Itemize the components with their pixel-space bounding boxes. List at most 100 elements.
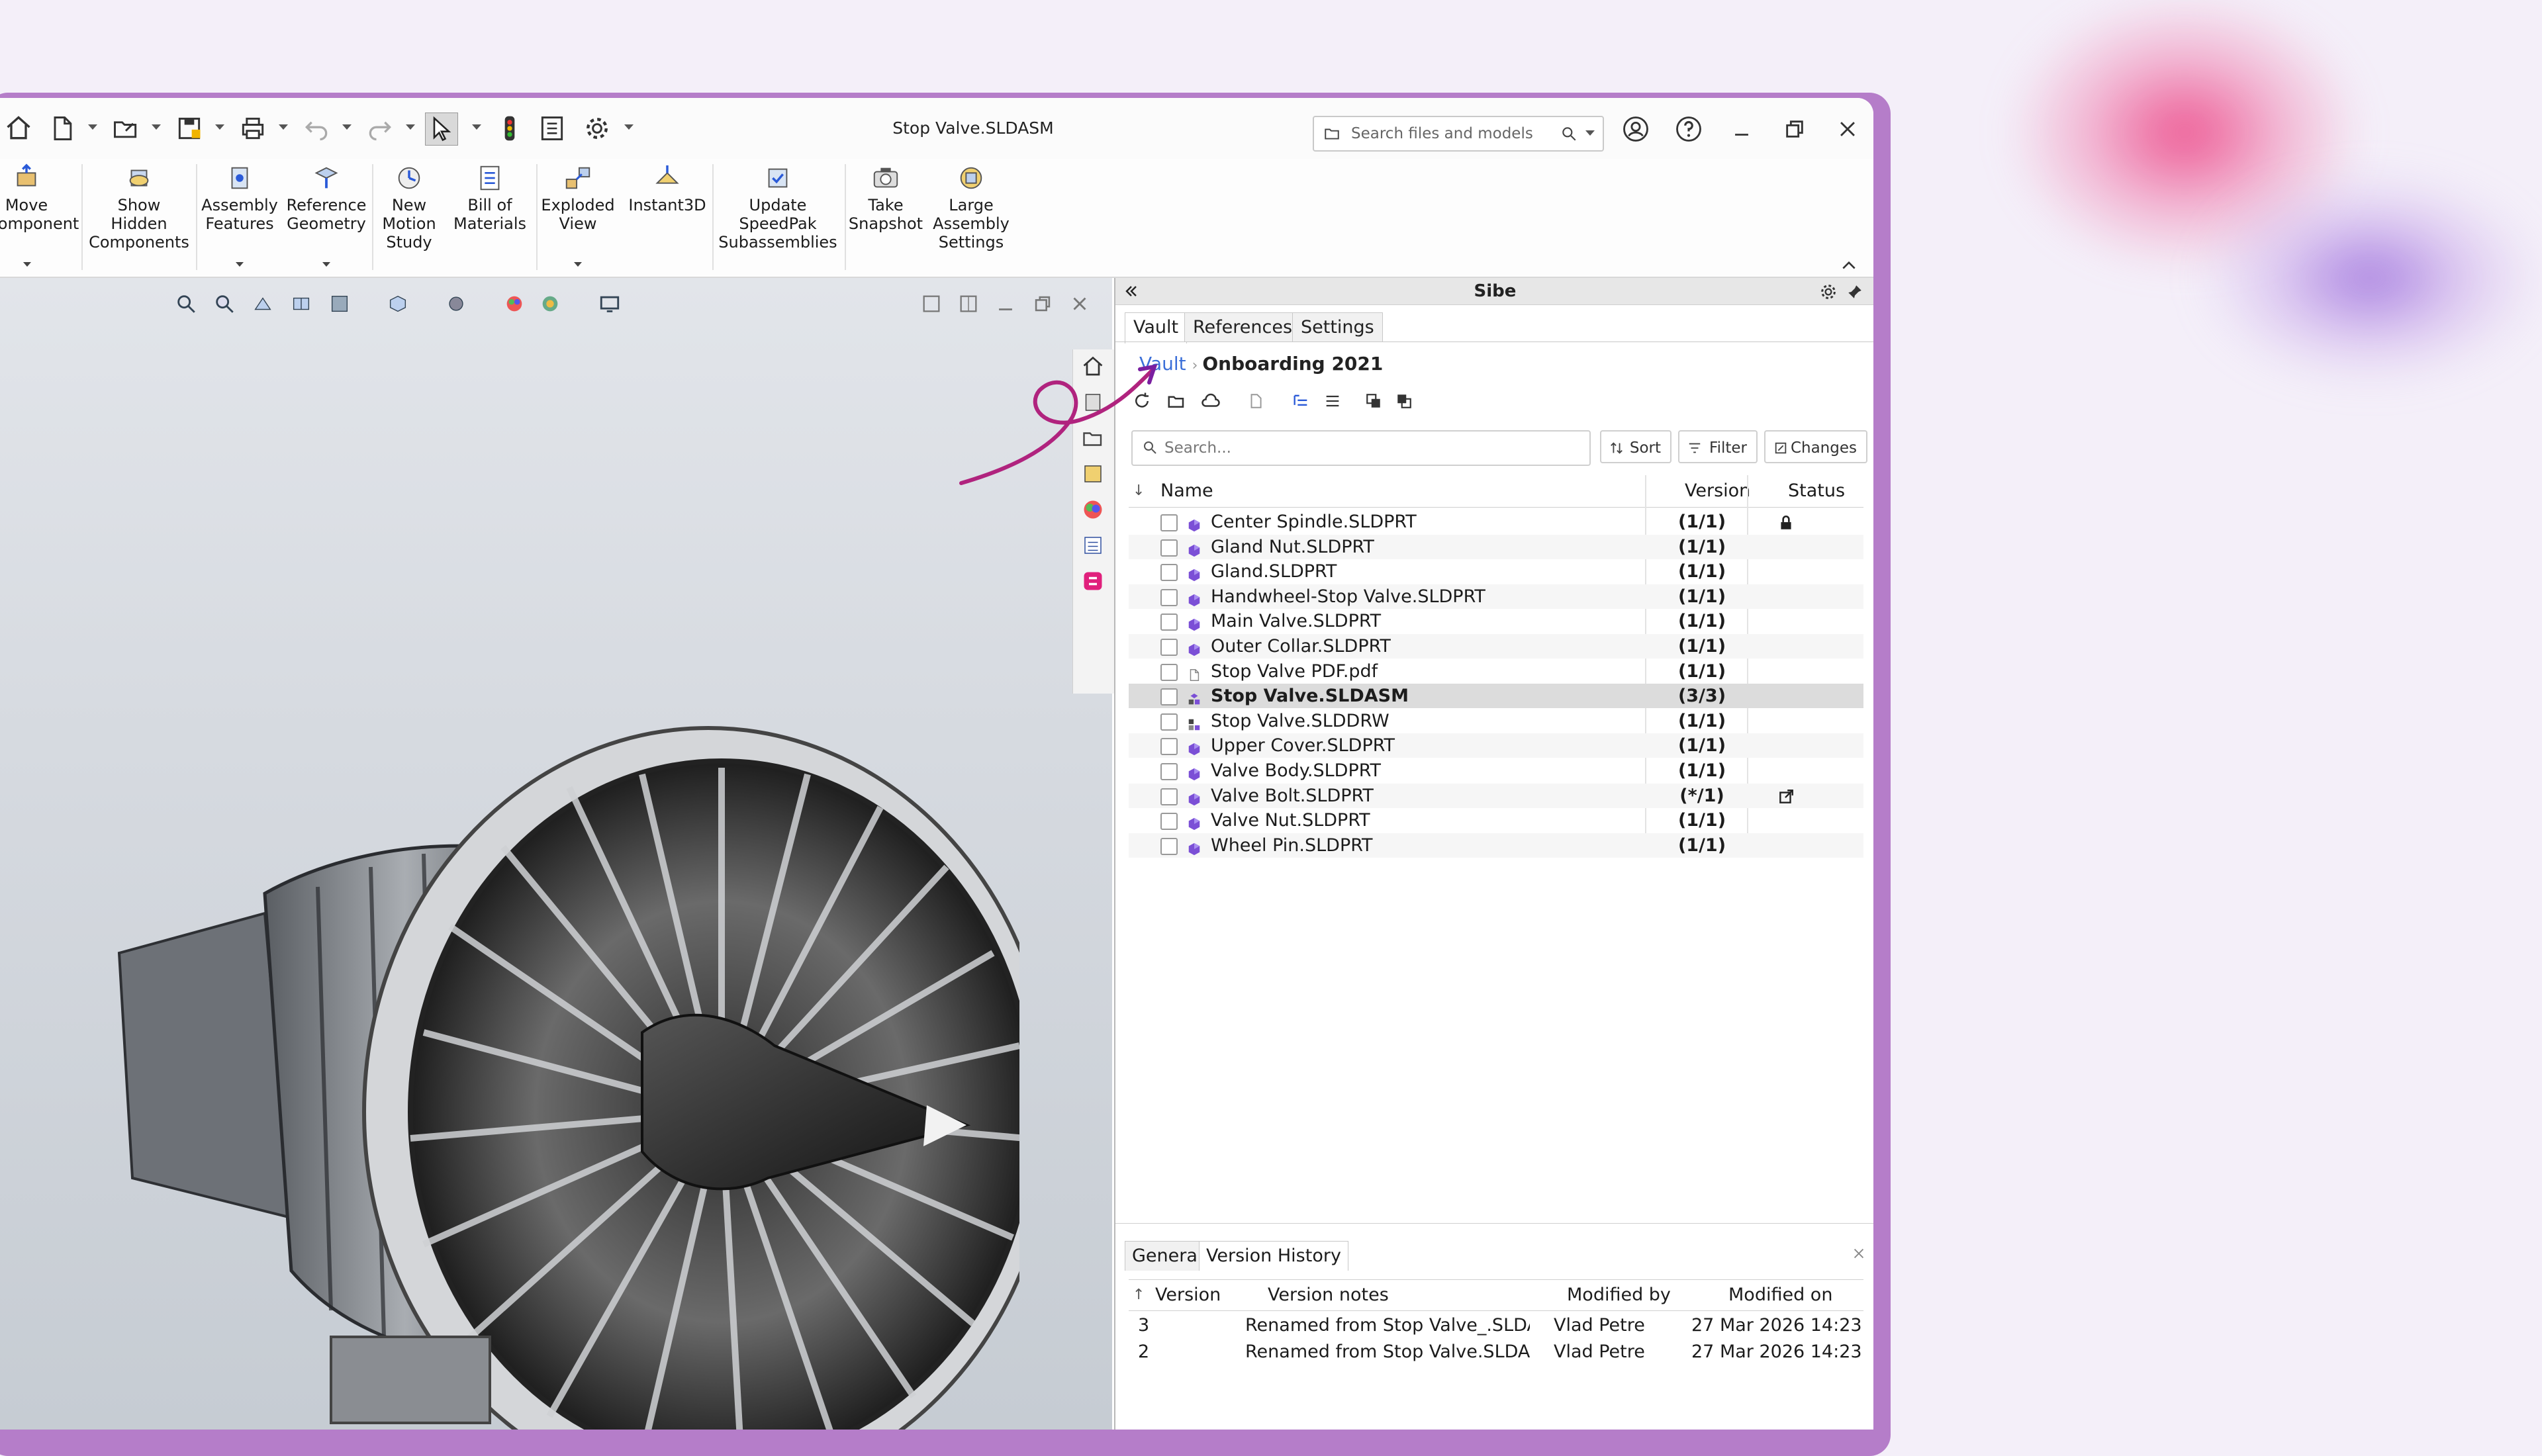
print-icon[interactable] <box>237 113 269 144</box>
collapse-ribbon-icon[interactable] <box>1840 258 1858 271</box>
ribbon-dropdown-caret[interactable] <box>23 262 31 267</box>
viewport-close-icon[interactable] <box>1068 293 1091 315</box>
column-version-notes[interactable]: Version notes <box>1268 1280 1389 1310</box>
select-dropdown-caret[interactable] <box>472 124 481 130</box>
take-snapshot-button[interactable]: Take Snapshot <box>847 163 924 233</box>
viewport-split-icon[interactable] <box>957 293 980 315</box>
column-history-version[interactable]: Version <box>1155 1280 1221 1310</box>
zoom-to-fit-icon[interactable] <box>175 293 197 315</box>
document-icon[interactable] <box>1244 389 1268 413</box>
edit-appearance-icon[interactable] <box>503 293 526 315</box>
row-checkbox[interactable] <box>1160 813 1178 831</box>
options-dropdown-caret[interactable] <box>624 124 634 130</box>
row-checkbox[interactable] <box>1160 763 1178 780</box>
column-version[interactable]: Version <box>1685 475 1750 507</box>
viewport-restore-icon[interactable] <box>1031 293 1054 315</box>
select-cursor-icon[interactable] <box>425 113 458 146</box>
row-checkbox[interactable] <box>1160 663 1178 681</box>
file-row[interactable]: Valve Bolt.SLDPRT (*/1) <box>1129 783 1863 808</box>
new-file-icon[interactable] <box>46 113 78 144</box>
rebuild-traffic-light-icon[interactable] <box>494 113 526 144</box>
row-checkbox[interactable] <box>1160 539 1178 557</box>
exploded-view-button[interactable]: Exploded View <box>540 163 616 267</box>
display-style-icon[interactable] <box>445 293 467 315</box>
changes-button[interactable]: Changes <box>1764 430 1867 463</box>
save-dropdown-caret[interactable] <box>215 124 224 130</box>
column-modified-by[interactable]: Modified by <box>1567 1280 1671 1310</box>
view-settings-icon[interactable] <box>598 293 621 315</box>
tab-references[interactable]: References <box>1184 312 1301 342</box>
move-component-button[interactable]: Move Component <box>0 163 79 267</box>
tab-general[interactable]: General <box>1125 1241 1210 1271</box>
user-account-icon[interactable] <box>1619 113 1652 146</box>
assembly-features-button[interactable]: Assembly Features <box>200 163 279 267</box>
vault-search-input[interactable]: Search... <box>1131 430 1591 466</box>
file-properties-icon[interactable] <box>536 113 568 144</box>
row-checkbox[interactable] <box>1160 837 1178 855</box>
apply-scene-icon[interactable] <box>539 293 561 315</box>
tree-view-icon[interactable] <box>1289 389 1313 413</box>
file-row[interactable]: Stop Valve.SLDASM (3/3) <box>1129 684 1863 709</box>
file-row[interactable]: Handwheel-Stop Valve.SLDPRT (1/1) <box>1129 584 1863 609</box>
instant3d-button[interactable]: Instant3D <box>626 163 708 214</box>
appearances-icon[interactable] <box>1078 495 1107 524</box>
open-dropdown-caret[interactable] <box>152 124 161 130</box>
previous-view-icon[interactable] <box>252 293 274 315</box>
filter-button[interactable]: Filter <box>1678 430 1758 463</box>
undo-dropdown-caret[interactable] <box>342 124 352 130</box>
dynamic-annotation-icon[interactable] <box>328 293 351 315</box>
custom-properties-icon[interactable] <box>1078 531 1107 560</box>
close-details-icon[interactable] <box>1852 1246 1866 1261</box>
row-checkbox[interactable] <box>1160 588 1178 606</box>
column-name[interactable]: Name <box>1160 475 1213 507</box>
file-row[interactable]: Valve Nut.SLDPRT (1/1) <box>1129 808 1863 833</box>
history-row[interactable]: 2 Renamed from Stop Valve.SLDASM Vlad Pe… <box>1129 1339 1863 1365</box>
search-dropdown-caret[interactable] <box>1585 130 1595 136</box>
panel-settings-gear-icon[interactable] <box>1818 282 1838 302</box>
open-folder-tool-icon[interactable] <box>1164 389 1188 413</box>
section-view-icon[interactable] <box>290 293 312 315</box>
show-hidden-components-button[interactable]: Show Hidden Components <box>89 163 189 251</box>
ribbon-dropdown-caret[interactable] <box>236 262 244 267</box>
sort-up-arrow-icon[interactable]: ↑ <box>1133 1280 1145 1310</box>
pin-icon[interactable] <box>1846 283 1863 300</box>
bill-of-materials-button[interactable]: Bill of Materials <box>450 163 530 233</box>
home-icon[interactable] <box>3 113 34 144</box>
file-row[interactable]: Center Spindle.SLDPRT (1/1) <box>1129 510 1863 534</box>
sibe-addin-icon[interactable] <box>1078 567 1107 596</box>
file-row[interactable]: Stop Valve PDF.pdf (1/1) <box>1129 659 1863 684</box>
list-view-icon[interactable] <box>1321 389 1344 413</box>
large-assembly-settings-button[interactable]: Large Assembly Settings <box>929 163 1013 251</box>
minimize-icon[interactable] <box>1725 113 1758 146</box>
tab-version-history[interactable]: Version History <box>1199 1241 1348 1271</box>
undo-icon[interactable] <box>301 113 332 144</box>
help-icon[interactable] <box>1672 113 1705 146</box>
row-checkbox[interactable] <box>1160 564 1178 582</box>
expand-all-icon[interactable] <box>1362 389 1386 413</box>
file-row[interactable]: Valve Body.SLDPRT (1/1) <box>1129 758 1863 783</box>
search-icon[interactable] <box>1560 125 1577 142</box>
new-dropdown-caret[interactable] <box>88 124 97 130</box>
zoom-area-icon[interactable] <box>213 293 236 315</box>
redo-dropdown-caret[interactable] <box>406 124 415 130</box>
column-status[interactable]: Status <box>1788 475 1845 507</box>
row-checkbox[interactable] <box>1160 713 1178 731</box>
viewport-tile-icon[interactable] <box>920 293 943 315</box>
column-modified-on[interactable]: Modified on <box>1728 1280 1832 1310</box>
file-row[interactable]: Wheel Pin.SLDPRT (1/1) <box>1129 833 1863 858</box>
row-checkbox[interactable] <box>1160 688 1178 706</box>
new-motion-study-button[interactable]: New Motion Study <box>377 163 441 251</box>
file-row[interactable]: Gland Nut.SLDPRT (1/1) <box>1129 534 1863 559</box>
row-checkbox[interactable] <box>1160 614 1178 631</box>
tab-vault[interactable]: Vault <box>1125 312 1188 343</box>
redo-icon[interactable] <box>364 113 396 144</box>
file-row[interactable]: Gland.SLDPRT (1/1) <box>1129 559 1863 584</box>
update-speedpak-button[interactable]: Update SpeedPak Subassemblies <box>715 163 841 251</box>
collapse-all-icon[interactable] <box>1392 389 1416 413</box>
sort-button[interactable]: Sort <box>1600 430 1671 463</box>
row-checkbox[interactable] <box>1160 639 1178 656</box>
cloud-sync-icon[interactable] <box>1199 389 1223 413</box>
file-row[interactable]: Stop Valve.SLDDRW (1/1) <box>1129 709 1863 733</box>
row-checkbox[interactable] <box>1160 788 1178 805</box>
options-gear-icon[interactable] <box>581 113 613 144</box>
